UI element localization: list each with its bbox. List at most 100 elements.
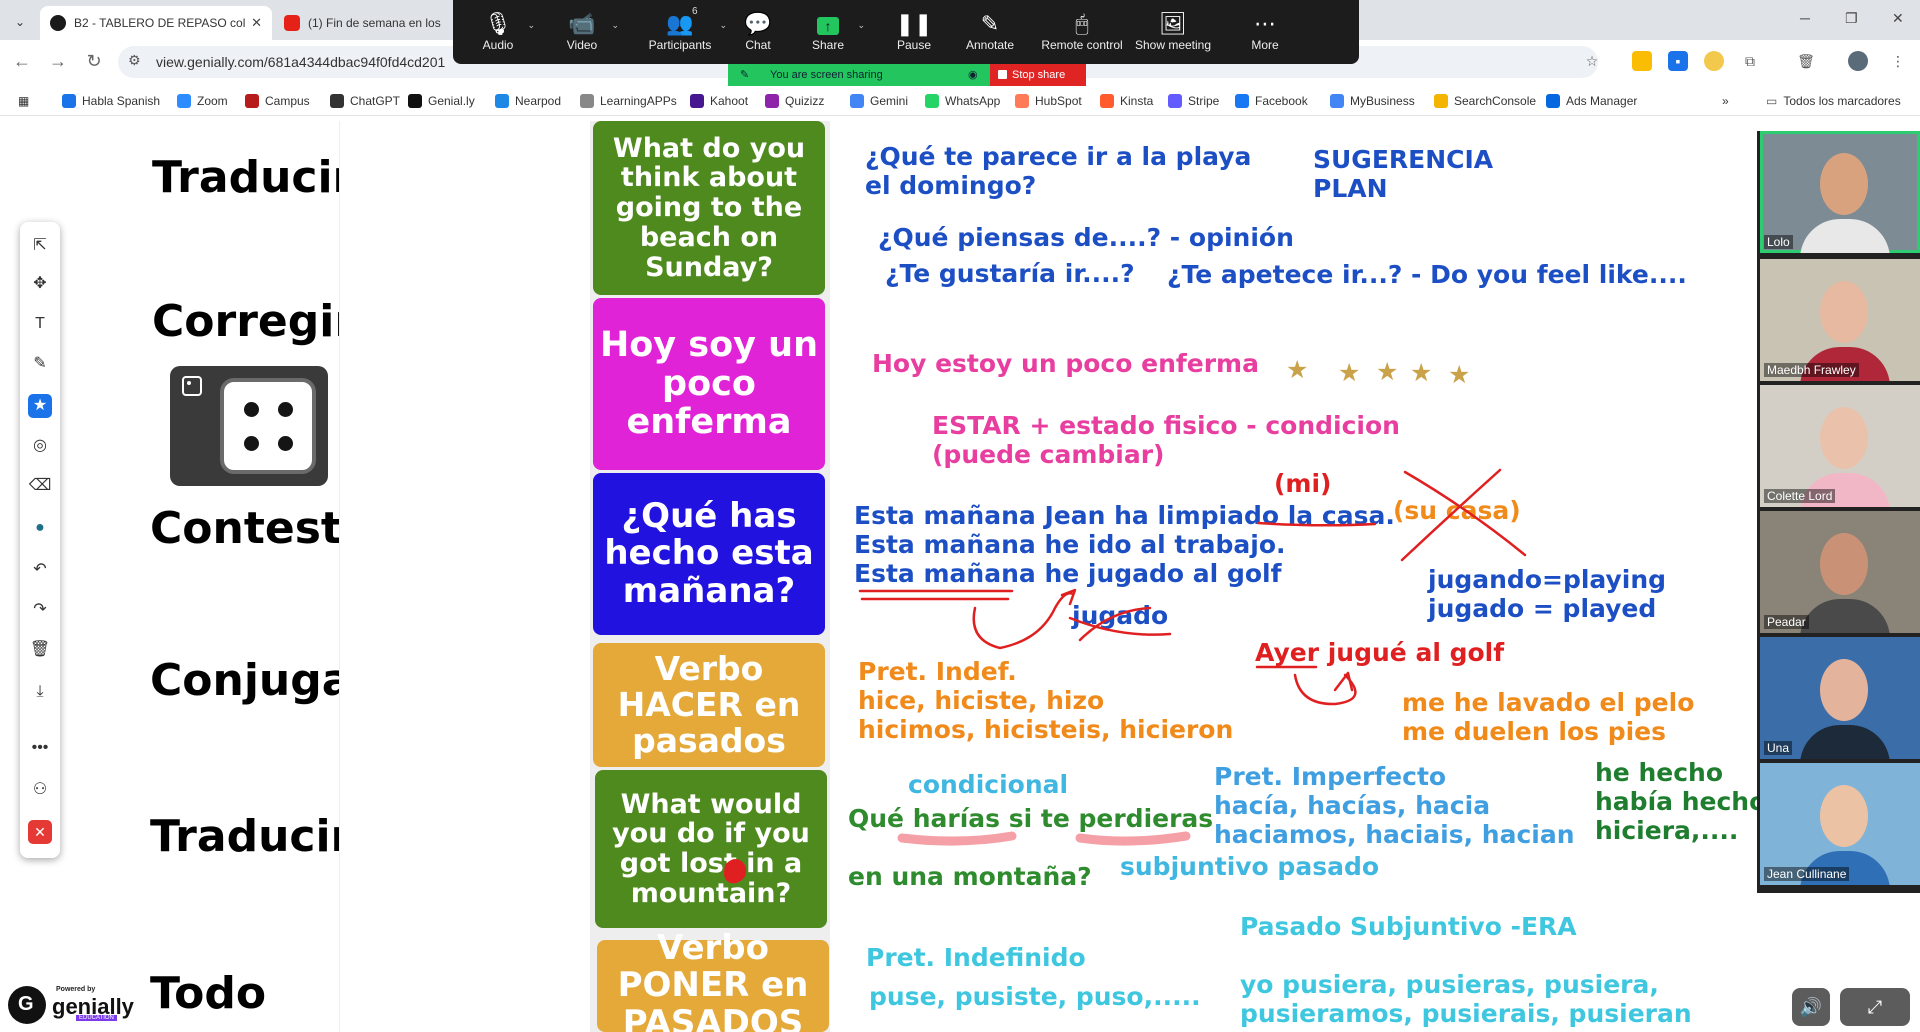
bookmark-nearpod[interactable]: Nearpod bbox=[495, 92, 561, 110]
bookmark-kinsta[interactable]: Kinsta bbox=[1100, 92, 1153, 110]
chevron-down-icon[interactable]: ⌄ bbox=[611, 20, 619, 31]
question-card[interactable]: Verbo HACER en pasados bbox=[593, 643, 825, 767]
bookmark-kahoot[interactable]: Kahoot bbox=[690, 92, 748, 110]
bookmark-learningapps[interactable]: LearningAPPs bbox=[580, 92, 677, 110]
label-corregir[interactable]: Corregir bbox=[152, 296, 356, 347]
question-card[interactable]: What would you do if you got lost in a m… bbox=[595, 770, 827, 928]
bookmark-mybusiness[interactable]: MyBusiness bbox=[1330, 92, 1415, 110]
users-icon[interactable]: ⚇ bbox=[28, 778, 52, 802]
question-card[interactable]: Verbo PONER en PASADOS bbox=[597, 929, 829, 1032]
bookmark-habla-spanish[interactable]: Habla Spanish bbox=[62, 92, 160, 110]
bookmark-chatgpt[interactable]: ChatGPT bbox=[330, 92, 400, 110]
forward-icon[interactable]: → bbox=[46, 50, 70, 74]
trash-icon[interactable]: 🗑 bbox=[1796, 51, 1816, 71]
label-traducir-2[interactable]: Traducir bbox=[150, 811, 352, 862]
annotation-text: el domingo? bbox=[865, 171, 1037, 200]
bookmark-campus[interactable]: Campus bbox=[245, 92, 310, 110]
bookmark-hubspot[interactable]: HubSpot bbox=[1015, 92, 1082, 110]
question-card[interactable]: What do you think about going to the bea… bbox=[593, 121, 825, 295]
annotation-text: subjuntivo pasado bbox=[1120, 852, 1380, 881]
bookmark-whatsapp[interactable]: WhatsApp bbox=[925, 92, 1000, 110]
share-button[interactable]: ↑ Share ⌄ bbox=[783, 0, 873, 64]
bookmark-genial-ly[interactable]: Genial.ly bbox=[408, 92, 475, 110]
more-button[interactable]: ⋯ More bbox=[1215, 0, 1315, 64]
back-icon[interactable]: ← bbox=[10, 50, 34, 74]
chevron-down-icon[interactable]: ⌄ bbox=[857, 20, 865, 31]
extension-icon[interactable]: ▪ bbox=[1668, 51, 1688, 71]
kebab-menu-icon[interactable]: ⋮ bbox=[1888, 51, 1908, 71]
star-icon[interactable]: ★ bbox=[28, 394, 52, 418]
genially-icon bbox=[408, 94, 422, 108]
participant-video-tile[interactable]: Maedbh Frawley bbox=[1760, 259, 1920, 381]
close-icon[interactable]: ✕ bbox=[28, 820, 52, 844]
more-icon[interactable]: ••• bbox=[28, 736, 52, 760]
participant-video-tile[interactable]: Una bbox=[1760, 637, 1920, 759]
apps-grid-icon[interactable]: ▦ bbox=[18, 92, 29, 110]
star-icon: ★ bbox=[1410, 359, 1433, 387]
extension-icon[interactable] bbox=[1704, 51, 1724, 71]
text-icon[interactable]: T bbox=[28, 312, 52, 336]
share-fullscreen-controls[interactable]: ⤢ bbox=[1840, 988, 1910, 1026]
stop-share-button[interactable]: Stop share bbox=[990, 64, 1086, 86]
label-traducir[interactable]: Traducir bbox=[152, 152, 354, 203]
url-text[interactable]: view.genially.com/681a4344dbac94f0fd4cd2… bbox=[156, 54, 445, 70]
bookmark-gemini[interactable]: Gemini bbox=[850, 92, 908, 110]
bookmark-quizizz[interactable]: Quizizz bbox=[765, 92, 824, 110]
chevron-down-icon[interactable]: ⌄ bbox=[527, 20, 535, 31]
bookmark-stripe[interactable]: Stripe bbox=[1168, 92, 1219, 110]
trash-icon[interactable]: 🗑 bbox=[28, 638, 52, 662]
close-window-icon[interactable]: ✕ bbox=[1892, 10, 1904, 27]
zoom-icon bbox=[177, 94, 191, 108]
show-meeting-button[interactable]: 🖼 Show meeting bbox=[1123, 0, 1223, 64]
all-bookmarks[interactable]: ▭ Todos los marcadores bbox=[1766, 92, 1901, 110]
powered-by-genially[interactable]: Powered by genially EDUCATION bbox=[8, 986, 134, 1026]
puzzle-icon[interactable]: ⧉ bbox=[1740, 51, 1760, 71]
tab-youtube[interactable]: (1) Fin de semana en los Pi bbox=[274, 6, 454, 40]
bookmark-facebook[interactable]: Facebook bbox=[1235, 92, 1308, 110]
site-info-icon[interactable]: ⚙ bbox=[128, 52, 141, 69]
question-card[interactable]: ¿Qué has hecho esta mañana? bbox=[593, 473, 825, 635]
annotate-button[interactable]: ✎ Annotate bbox=[945, 0, 1035, 64]
participant-video-tile[interactable]: Lolo bbox=[1760, 131, 1920, 253]
target-icon[interactable]: ◎ bbox=[28, 434, 52, 458]
audio-button[interactable]: 🎙 Audio ⌄ bbox=[453, 0, 543, 64]
annotation-text: condicional bbox=[908, 770, 1069, 799]
minimize-icon[interactable]: ─ bbox=[1800, 10, 1810, 26]
bookmark-star-icon[interactable]: ☆ bbox=[1582, 51, 1602, 71]
annotation-text: Esta mañana he jugado al golf bbox=[854, 559, 1282, 588]
download-icon[interactable]: ⤓ bbox=[28, 680, 52, 704]
remote-control-button[interactable]: 🖱 Remote control bbox=[1027, 0, 1137, 64]
redo-icon[interactable]: ↷ bbox=[28, 598, 52, 622]
bookmark-searchconsole[interactable]: SearchConsole bbox=[1434, 92, 1536, 110]
pointer-icon[interactable]: ⇱ bbox=[28, 234, 52, 258]
pen-icon: ✎ bbox=[980, 11, 1000, 36]
reload-icon[interactable]: ↻ bbox=[82, 50, 106, 74]
participant-video-tile[interactable]: Colette Lord bbox=[1760, 385, 1920, 507]
dice-button[interactable] bbox=[170, 366, 328, 486]
annotation-text: Pret. Imperfecto bbox=[1214, 762, 1447, 791]
tab-search-icon[interactable]: ⌄ bbox=[8, 10, 32, 34]
tab-genially[interactable]: B2 - TABLERO DE REPASO colo ✕ bbox=[40, 6, 272, 40]
label-todo[interactable]: Todo bbox=[150, 968, 266, 1019]
restore-icon[interactable]: ❐ bbox=[1845, 10, 1858, 27]
annotation-text: SUGERENCIA bbox=[1313, 145, 1494, 174]
profile-avatar[interactable] bbox=[1848, 51, 1868, 71]
volume-icon[interactable]: 🔊 bbox=[1792, 988, 1830, 1026]
undo-icon[interactable]: ↶ bbox=[28, 558, 52, 582]
eraser-icon[interactable]: ⌫ bbox=[28, 474, 52, 498]
annotation-text: jugando=playing bbox=[1428, 565, 1667, 594]
drive-extension-icon[interactable] bbox=[1632, 51, 1652, 71]
move-icon[interactable]: ✥ bbox=[28, 272, 52, 296]
annotation-text: jugado = played bbox=[1428, 594, 1657, 623]
close-tab-icon[interactable]: ✕ bbox=[251, 15, 262, 31]
annotation-text: puse, pusiste, puso,..... bbox=[869, 982, 1201, 1011]
bookmark-zoom[interactable]: Zoom bbox=[177, 92, 228, 110]
video-button[interactable]: 📹 Video ⌄ bbox=[537, 0, 627, 64]
color-dot-icon[interactable]: ● bbox=[28, 516, 52, 540]
bookmarks-overflow-icon[interactable]: » bbox=[1722, 92, 1729, 110]
participant-video-tile[interactable]: Jean Cullinane bbox=[1760, 763, 1920, 885]
bookmark-ads-manager[interactable]: Ads Manager bbox=[1546, 92, 1637, 110]
participant-video-tile[interactable]: Peadar bbox=[1760, 511, 1920, 633]
question-card[interactable]: Hoy soy un poco enferma bbox=[593, 298, 825, 470]
pen-icon[interactable]: ✎ bbox=[28, 352, 52, 376]
